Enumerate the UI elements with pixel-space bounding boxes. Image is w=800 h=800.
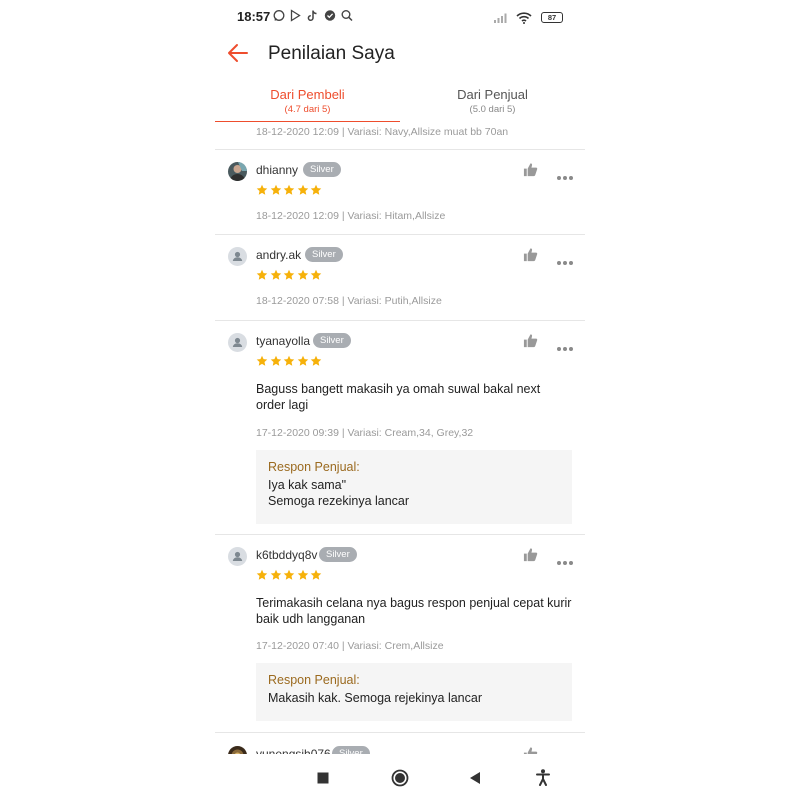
review-meta: 17-12-2020 07:40 | Variasi: Crem,Allsize [256, 640, 444, 652]
tab-from-buyer[interactable]: Dari Pembeli (4.7 dari 5) [215, 84, 400, 122]
response-text: Iya kak sama" Semoga rezekinya lancar [268, 478, 410, 508]
status-bar: 18:57 87 [215, 0, 585, 34]
review-text: Baguss bangett makasih ya omah suwal bak… [256, 382, 541, 412]
star-icon [297, 355, 308, 366]
more-options-icon[interactable] [557, 552, 575, 565]
star-icon [283, 184, 295, 195]
star-icon [283, 269, 295, 280]
avatar-placeholder-icon[interactable] [228, 333, 247, 352]
thumbs-up-icon[interactable] [523, 746, 538, 754]
review-text: Terimakasih celana nya bagus respon penj… [256, 596, 572, 626]
review-item: dhianny Silver 18-12-2020 12:09 | Varias… [215, 149, 585, 235]
status-time: 18:57 [237, 9, 271, 24]
star-rating [256, 568, 324, 581]
star-icon [310, 355, 322, 366]
response-title: Respon Penjual: [268, 460, 360, 474]
review-meta: 17-12-2020 09:39 | Variasi: Cream,34, Gr… [256, 427, 474, 439]
avatar-placeholder-icon[interactable] [228, 547, 247, 566]
review-list[interactable]: 18-12-2020 12:09 | Variasi: Navy,Allsize… [215, 122, 585, 754]
seller-response: Respon Penjual: Makasih kak. Semoga reje… [256, 663, 572, 721]
tab-rating: (4.7 dari 5) [284, 104, 331, 115]
username[interactable]: yunengsih076 [256, 747, 331, 754]
star-icon [297, 269, 308, 280]
search-icon [341, 10, 353, 22]
play-store-icon [290, 9, 301, 22]
battery-icon: 87 [541, 12, 563, 24]
avatar-placeholder-icon[interactable] [228, 247, 247, 266]
member-badge: Silver [332, 746, 370, 754]
star-icon [310, 184, 322, 195]
star-rating [256, 354, 324, 367]
star-rating [256, 183, 324, 196]
star-icon [270, 569, 281, 580]
status-right-icons: 87 [493, 9, 563, 24]
more-options-icon[interactable] [557, 751, 575, 754]
username[interactable]: k6tbddyq8v [256, 548, 317, 562]
page-title: Penilaian Saya [268, 43, 395, 64]
thumbs-up-icon[interactable] [523, 162, 538, 177]
response-text: Makasih kak. Semoga rejekinya lancar [268, 691, 482, 705]
star-icon [256, 269, 268, 280]
star-icon [256, 184, 268, 195]
member-badge: Silver [303, 162, 341, 177]
star-icon [256, 569, 268, 580]
whatsapp-icon [273, 10, 285, 21]
member-badge: Silver [319, 547, 357, 562]
review-item: yunengsih076 Silver [215, 732, 585, 754]
signal-icon [494, 13, 507, 23]
wifi-icon [515, 12, 532, 24]
recents-square-icon[interactable] [317, 772, 329, 784]
tab-label: Dari Penjual [457, 87, 528, 102]
star-icon [270, 355, 281, 366]
username[interactable]: andry.ak [256, 248, 301, 262]
review-item: andry.ak Silver 18-12-2020 07:58 | Varia… [215, 234, 585, 321]
more-options-icon[interactable] [557, 252, 575, 265]
star-icon [310, 569, 322, 580]
username[interactable]: dhianny [256, 163, 298, 177]
star-icon [256, 355, 268, 366]
tiktok-icon [307, 10, 317, 22]
review-item: tyanayolla Silver Baguss bangett makasih… [215, 320, 585, 535]
avatar[interactable] [228, 162, 247, 181]
tab-bar: Dari Pembeli (4.7 dari 5) Dari Penjual (… [215, 84, 585, 123]
star-icon [270, 184, 281, 195]
star-icon [297, 569, 308, 580]
more-options-icon[interactable] [557, 338, 575, 351]
star-icon [283, 355, 295, 366]
app-header: Penilaian Saya [215, 34, 585, 78]
response-title: Respon Penjual: [268, 673, 360, 687]
back-arrow-icon[interactable] [225, 40, 251, 66]
phone-screen: 18:57 87 Penilaian Saya Dari Pembeli (4.… [215, 0, 585, 800]
star-icon [297, 184, 308, 195]
home-circle-icon[interactable] [391, 769, 409, 787]
member-badge: Silver [313, 333, 351, 348]
accessibility-icon[interactable] [536, 769, 550, 786]
seller-response: Respon Penjual: Iya kak sama" Semoga rez… [256, 450, 572, 524]
thumbs-up-icon[interactable] [523, 547, 538, 562]
avatar[interactable] [228, 746, 247, 754]
more-options-icon[interactable] [557, 167, 575, 180]
thumbs-up-icon[interactable] [523, 247, 538, 262]
system-nav-bar [215, 756, 585, 800]
username[interactable]: tyanayolla [256, 334, 310, 348]
review-item: k6tbddyq8v Silver Terimakasih celana nya… [215, 534, 585, 733]
check-circle-icon [324, 10, 336, 21]
tab-from-seller[interactable]: Dari Penjual (5.0 dari 5) [400, 84, 585, 122]
review-meta: 18-12-2020 07:58 | Variasi: Putih,Allsiz… [256, 295, 442, 307]
star-rating [256, 268, 324, 281]
star-icon [283, 569, 295, 580]
member-badge: Silver [305, 247, 343, 262]
star-icon [310, 269, 322, 280]
review-meta: 18-12-2020 12:09 | Variasi: Navy,Allsize… [256, 126, 509, 138]
tab-rating: (5.0 dari 5) [469, 104, 516, 115]
back-triangle-icon[interactable] [469, 771, 481, 785]
review-meta: 18-12-2020 12:09 | Variasi: Hitam,Allsiz… [256, 210, 446, 222]
star-icon [270, 269, 281, 280]
thumbs-up-icon[interactable] [523, 333, 538, 348]
tab-label: Dari Pembeli [270, 87, 345, 102]
